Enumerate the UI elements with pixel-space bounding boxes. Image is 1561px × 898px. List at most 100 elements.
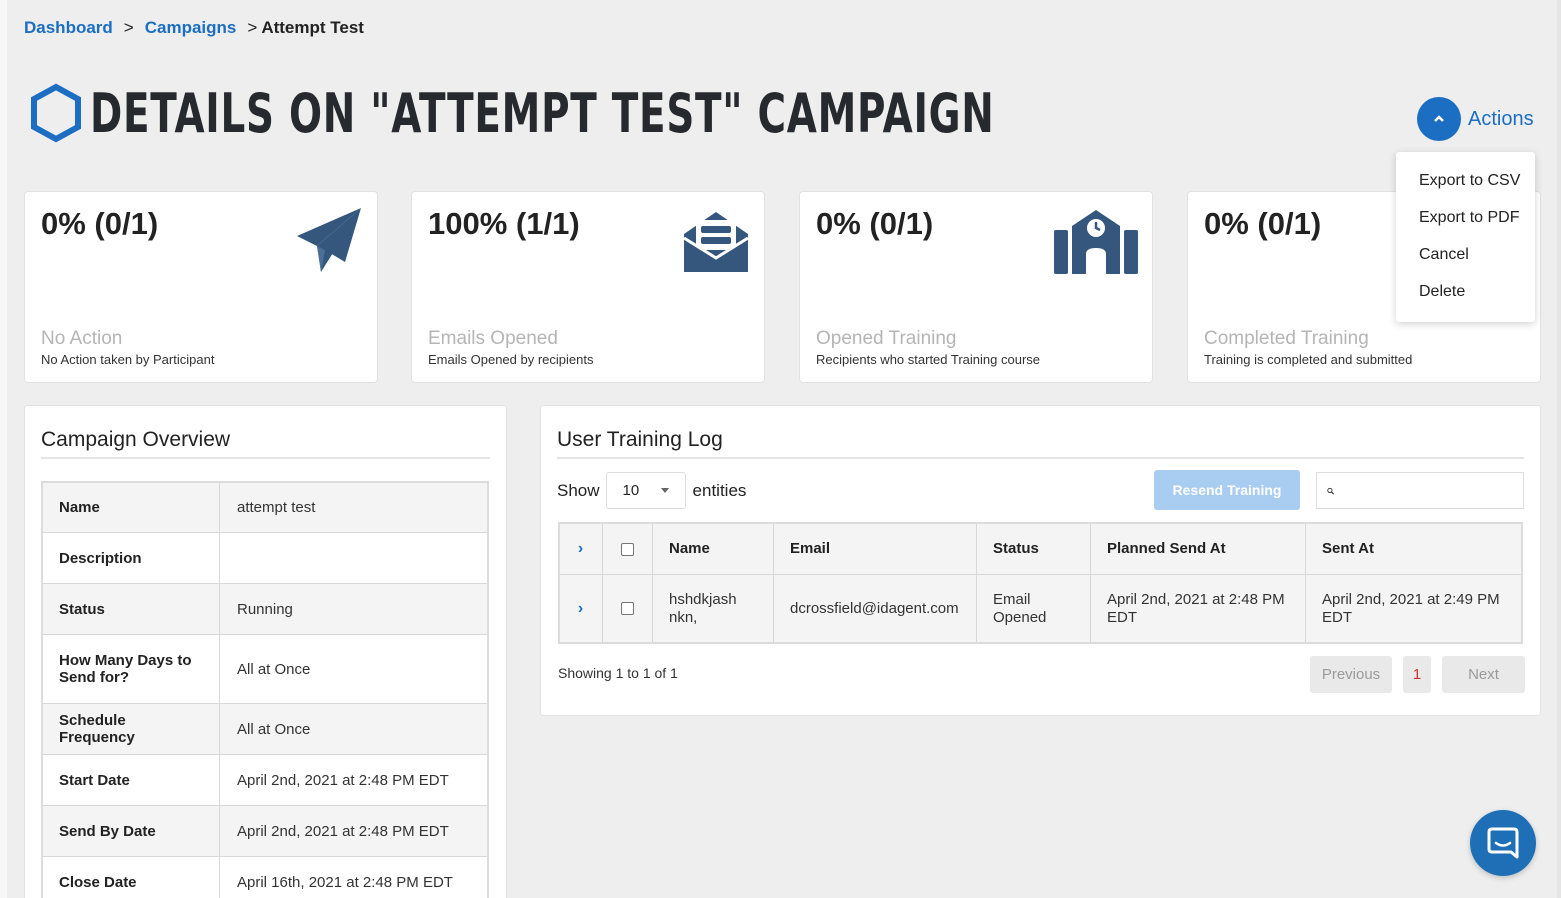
row-key: Status <box>41 583 220 635</box>
resend-training-button[interactable]: Resend Training <box>1154 470 1300 510</box>
search-icon <box>1327 487 1334 494</box>
expand-all-toggle[interactable]: › <box>558 522 603 575</box>
overview-table: Name attempt test Description Status Run… <box>41 481 489 898</box>
row-value: Running <box>219 583 489 635</box>
pagination: Previous 1 Next <box>1310 656 1525 693</box>
row-key: Start Date <box>41 754 220 806</box>
cell-sent-at: April 2nd, 2021 at 2:49 PM EDT <box>1305 574 1523 643</box>
table-row: How Many Days to Send for? All at Once <box>41 634 489 704</box>
stat-value: 0% (0/1) <box>1204 206 1322 241</box>
paper-plane-icon <box>297 208 361 272</box>
menu-item-delete[interactable]: Delete <box>1396 273 1535 310</box>
chevron-right-icon: › <box>577 539 584 557</box>
select-all-checkbox[interactable] <box>621 542 634 556</box>
stat-label: Opened Training <box>816 328 957 349</box>
stat-value: 0% (0/1) <box>816 206 934 241</box>
actions-label: Actions <box>1468 107 1534 130</box>
row-expand-toggle[interactable]: › <box>558 574 603 643</box>
stat-label: Emails Opened <box>428 328 558 349</box>
stat-card-opened-training: 0% (0/1) Opened Training Recipients who … <box>799 191 1153 383</box>
cell-status: Email Opened <box>976 574 1091 643</box>
row-value <box>219 532 489 584</box>
row-key: Name <box>41 481 220 533</box>
actions-dropdown-menu: Export to CSV Export to PDF Cancel Delet… <box>1396 152 1535 322</box>
chevron-right-icon: › <box>577 599 584 617</box>
left-edge <box>0 0 7 898</box>
page-header: Details on "Attempt Test" Campaign <box>30 80 1346 146</box>
row-key: Schedule Frequency <box>41 703 220 755</box>
previous-page-button[interactable]: Previous <box>1310 656 1392 693</box>
stat-description: No Action taken by Participant <box>41 352 215 367</box>
cell-email: dcrossfield@idagent.com <box>773 574 977 643</box>
breadcrumb: Dashboard > Campaigns > Attempt Test <box>24 18 364 38</box>
training-log-table: › Name Email Status Planned Send At Sent… <box>558 522 1523 643</box>
table-row: Name attempt test <box>41 481 489 533</box>
table-row: Status Running <box>41 583 489 635</box>
cell-planned-send-at: April 2nd, 2021 at 2:48 PM EDT <box>1090 574 1306 643</box>
column-header-status[interactable]: Status <box>976 522 1091 575</box>
breadcrumb-separator: > <box>247 18 258 37</box>
table-row: Send By Date April 2nd, 2021 at 2:48 PM … <box>41 805 489 857</box>
chat-launcher-button[interactable] <box>1470 810 1536 876</box>
row-value: April 16th, 2021 at 2:48 PM EDT <box>219 856 489 898</box>
page-title: Details on "Attempt Test" Campaign <box>90 81 995 145</box>
column-header-planned-send-at[interactable]: Planned Send At <box>1090 522 1306 575</box>
row-key: How Many Days to Send for? <box>41 634 220 704</box>
row-value: All at Once <box>219 703 489 755</box>
row-checkbox[interactable] <box>621 602 634 616</box>
row-value: April 2nd, 2021 at 2:48 PM EDT <box>219 754 489 806</box>
next-page-button[interactable]: Next <box>1442 656 1525 693</box>
chevron-up-icon <box>1417 97 1461 141</box>
stat-value: 0% (0/1) <box>41 206 159 241</box>
stat-value: 100% (1/1) <box>428 206 580 241</box>
search-input[interactable] <box>1342 473 1523 508</box>
scrollbar-track[interactable] <box>1557 0 1561 898</box>
chat-bubble-icon <box>1487 827 1519 859</box>
panel-title: User Training Log <box>557 428 723 451</box>
page-length-control: Show 10 entities <box>557 472 746 509</box>
stat-description: Training is completed and submitted <box>1204 352 1413 367</box>
stat-card-no-action: 0% (0/1) No Action No Action taken by Pa… <box>24 191 378 383</box>
select-all-cell <box>602 522 653 575</box>
menu-item-export-csv[interactable]: Export to CSV <box>1396 162 1535 199</box>
table-row: › hshdkjash nkn, dcrossfield@idagent.com… <box>558 574 1523 643</box>
table-info: Showing 1 to 1 of 1 <box>558 665 678 681</box>
stat-card-emails-opened: 100% (1/1) Emails Opened Emails Opened b… <box>411 191 765 383</box>
cell-name: hshdkjash nkn, <box>652 574 774 643</box>
divider <box>41 457 490 459</box>
breadcrumb-campaigns-link[interactable]: Campaigns <box>145 18 237 38</box>
page-length-value: 10 <box>622 482 640 499</box>
table-row: Schedule Frequency All at Once <box>41 703 489 755</box>
page-length-select[interactable]: 10 <box>605 472 686 509</box>
row-value: All at Once <box>219 634 489 704</box>
open-envelope-icon <box>683 212 749 272</box>
stat-description: Recipients who started Training course <box>816 352 1041 367</box>
row-value: April 2nd, 2021 at 2:48 PM EDT <box>219 805 489 857</box>
breadcrumb-dashboard-link[interactable]: Dashboard <box>24 18 113 38</box>
column-header-name[interactable]: Name <box>652 522 774 575</box>
actions-toggle-button[interactable]: Actions <box>1417 97 1534 141</box>
row-select-cell <box>602 574 653 643</box>
breadcrumb-current: Attempt Test <box>261 18 364 37</box>
school-building-icon <box>1054 210 1138 274</box>
show-label: Show <box>557 480 600 500</box>
stat-label: No Action <box>41 328 123 349</box>
campaign-overview-panel: Campaign Overview Name attempt test Desc… <box>24 405 507 898</box>
entities-label: entities <box>692 480 747 500</box>
caret-down-icon <box>660 488 669 493</box>
search-box <box>1316 472 1524 509</box>
table-row: Close Date April 16th, 2021 at 2:48 PM E… <box>41 856 489 898</box>
row-key: Close Date <box>41 856 220 898</box>
row-key: Send By Date <box>41 805 220 857</box>
breadcrumb-separator: > <box>123 18 134 37</box>
menu-item-cancel[interactable]: Cancel <box>1396 236 1535 273</box>
column-header-sent-at[interactable]: Sent At <box>1305 522 1523 575</box>
menu-item-export-pdf[interactable]: Export to PDF <box>1396 199 1535 236</box>
divider <box>557 457 1524 459</box>
page-1-button[interactable]: 1 <box>1403 656 1431 693</box>
user-training-log-panel: User Training Log Show 10 entities Resen… <box>540 405 1541 716</box>
column-header-email[interactable]: Email <box>773 522 977 575</box>
row-key: Description <box>41 532 220 584</box>
panel-title: Campaign Overview <box>41 428 231 451</box>
stat-label: Completed Training <box>1204 328 1369 349</box>
